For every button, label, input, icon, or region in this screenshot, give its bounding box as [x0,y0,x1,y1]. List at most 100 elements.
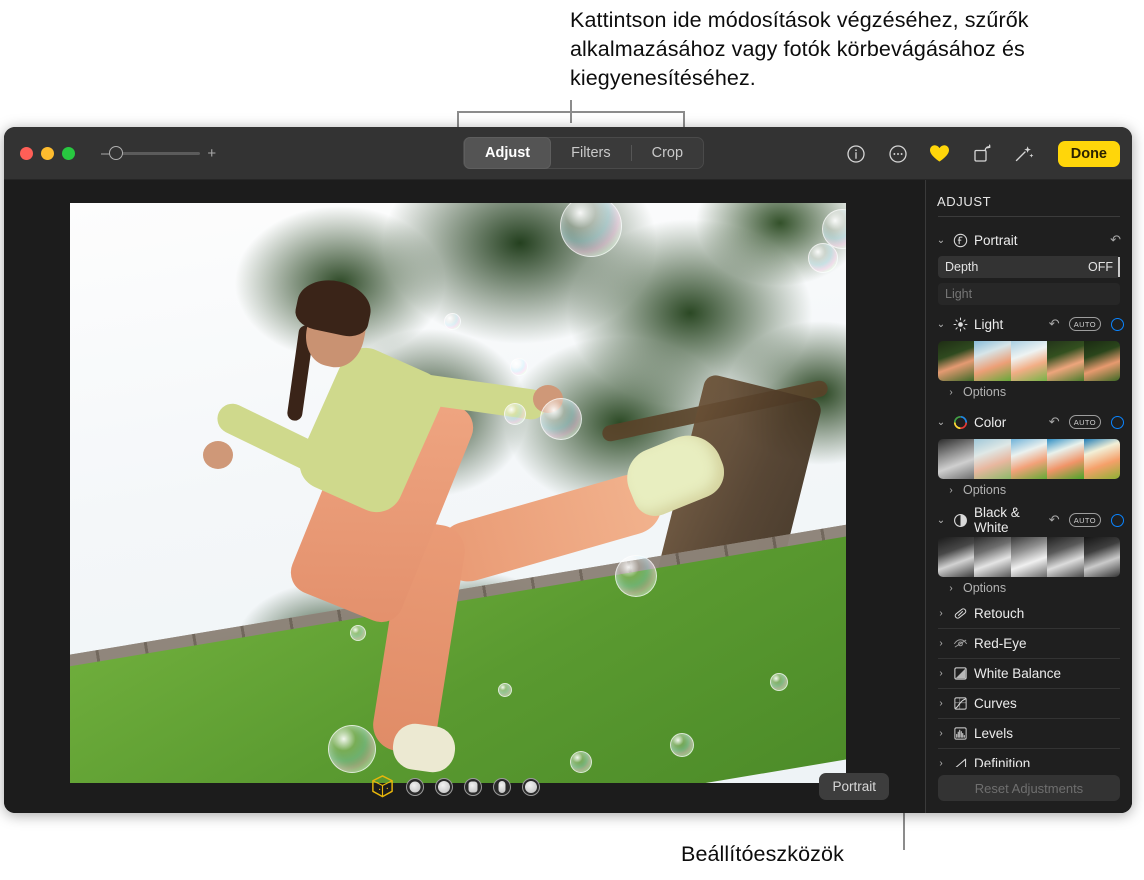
reset-adjustments-button[interactable]: Reset Adjustments [938,775,1120,801]
tab-adjust[interactable]: Adjust [464,137,551,169]
zoom-out-icon[interactable]: – [101,146,109,161]
tab-crop[interactable]: Crop [632,138,703,168]
lighting-stage-mono-button[interactable] [522,778,540,796]
photo-bubble [498,683,512,697]
info-icon[interactable] [844,142,868,166]
rotate-icon[interactable] [970,142,994,166]
window-controls [20,147,75,160]
revert-icon[interactable]: ↶ [1049,512,1060,528]
more-options-icon[interactable] [886,142,910,166]
row-curves[interactable]: › Curves [926,689,1132,718]
depth-cube-icon[interactable] [370,774,395,799]
filmstrip-cell[interactable] [938,537,974,577]
black-and-white-filmstrip[interactable] [938,537,1120,577]
row-definition-label: Definition [974,756,1124,767]
photo-bubble [770,673,788,691]
light-options-row[interactable]: › Options [926,381,1132,403]
portrait-depth-field[interactable]: Depth OFF [938,256,1120,278]
chevron-right-icon[interactable]: › [936,758,946,767]
chevron-right-icon[interactable]: › [936,638,946,649]
photo-bubble [350,625,366,641]
zoom-slider-track[interactable] [116,152,200,155]
revert-icon[interactable]: ↶ [1110,232,1121,248]
chevron-right-icon[interactable]: › [936,728,946,739]
lighting-contour-button[interactable] [464,778,482,796]
chevron-down-icon[interactable]: ⌄ [936,417,946,428]
photo-canvas[interactable] [70,203,846,783]
row-red-eye[interactable]: › Red-Eye [926,629,1132,658]
black-and-white-options-row[interactable]: › Options [926,577,1132,599]
row-levels[interactable]: › Levels [926,719,1132,748]
chevron-down-icon[interactable]: ⌄ [936,515,946,526]
section-color-toggle[interactable] [1111,416,1124,429]
chevron-right-icon[interactable]: › [946,583,956,594]
filmstrip-cell[interactable] [938,439,974,479]
lighting-natural-button[interactable] [406,778,424,796]
filmstrip-cell[interactable] [1084,439,1120,479]
chevron-right-icon[interactable]: › [936,608,946,619]
chevron-right-icon[interactable]: › [946,387,956,398]
color-options-row[interactable]: › Options [926,479,1132,501]
auto-enhance-wand-icon[interactable] [1012,142,1036,166]
reset-adjustments-wrap: Reset Adjustments [926,767,1132,813]
minimize-window-button[interactable] [41,147,54,160]
photo-bubble [615,555,657,597]
filmstrip-cell[interactable] [1047,341,1083,381]
filmstrip-cell[interactable] [1047,439,1083,479]
lighting-stage-button[interactable] [493,778,511,796]
zoom-in-icon[interactable]: + [207,146,216,161]
callout-top-text: Kattintson ide módosítások végzéséhez, s… [570,6,1130,93]
filmstrip-cell[interactable] [938,341,974,381]
text-cursor [1118,257,1120,277]
portrait-light-field[interactable]: Light [938,283,1120,305]
filmstrip-cell[interactable] [974,341,1010,381]
maximize-window-button[interactable] [62,147,75,160]
favorite-heart-icon[interactable] [928,142,952,166]
section-light-label: Light [974,317,1043,332]
section-light-header[interactable]: ⌄ Light ↶ AUTO [926,311,1132,337]
section-color-header[interactable]: ⌄ Color ↶ AUTO [926,409,1132,435]
tab-filters[interactable]: Filters [551,138,630,168]
close-window-button[interactable] [20,147,33,160]
filmstrip-cell[interactable] [1047,537,1083,577]
auto-button[interactable]: AUTO [1069,317,1101,331]
revert-icon[interactable]: ↶ [1049,316,1060,332]
chevron-down-icon[interactable]: ⌄ [936,235,946,246]
auto-button[interactable]: AUTO [1069,415,1101,429]
filmstrip-cell[interactable] [1084,537,1120,577]
light-filmstrip[interactable] [938,341,1120,381]
row-retouch[interactable]: › Retouch [926,599,1132,628]
revert-icon[interactable]: ↶ [1049,414,1060,430]
portrait-badge[interactable]: Portrait [819,773,889,800]
filmstrip-cell[interactable] [1011,439,1047,479]
chevron-right-icon[interactable]: › [936,698,946,709]
section-portrait-header[interactable]: ⌄ Portrait ↶ [926,227,1132,253]
filmstrip-cell[interactable] [974,439,1010,479]
filmstrip-cell[interactable] [1011,341,1047,381]
filmstrip-cell[interactable] [1011,537,1047,577]
filmstrip-cell[interactable] [1084,341,1120,381]
row-white-balance-label: White Balance [974,666,1124,681]
zoom-slider[interactable]: – + [101,146,216,161]
photo-bubble [540,398,582,440]
filmstrip-cell[interactable] [974,537,1010,577]
section-portrait: ⌄ Portrait ↶ [926,221,1132,305]
chevron-right-icon[interactable]: › [936,668,946,679]
section-black-and-white-header[interactable]: ⌄ Black & White ↶ AUTO [926,507,1132,533]
done-button[interactable]: Done [1058,141,1120,167]
row-definition[interactable]: › Definition [926,749,1132,767]
zoom-slider-knob[interactable] [109,146,123,160]
chevron-down-icon[interactable]: ⌄ [936,319,946,330]
f-stop-icon [952,232,968,248]
color-filmstrip[interactable] [938,439,1120,479]
lighting-studio-button[interactable] [435,778,453,796]
auto-button[interactable]: AUTO [1069,513,1101,527]
edit-mode-segmented-control[interactable]: Adjust Filters Crop [463,137,704,169]
adjust-panel-scroll-area[interactable]: ⌄ Portrait ↶ [926,221,1132,767]
row-white-balance[interactable]: › White Balance [926,659,1132,688]
photo-bubble [504,403,526,425]
section-black-and-white-toggle[interactable] [1111,514,1124,527]
photo-bubble [444,313,461,330]
section-light-toggle[interactable] [1111,318,1124,331]
chevron-right-icon[interactable]: › [946,485,956,496]
